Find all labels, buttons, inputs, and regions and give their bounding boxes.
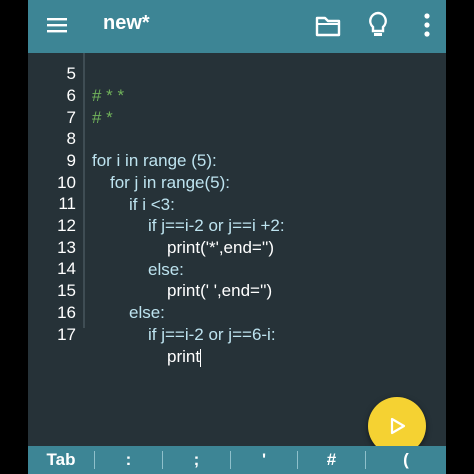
code-line: 5 # * * — [28, 53, 446, 105]
line-number: 17 — [57, 325, 76, 344]
key-tab[interactable]: Tab — [28, 446, 94, 474]
code-line: 9 for j in range(5): — [28, 128, 446, 192]
key-quote[interactable]: ' — [231, 446, 297, 474]
code-line: 16 if j==i-2 or j==6-i: — [28, 280, 446, 344]
extra-keys-bar: Tab : ; ' # ( — [28, 446, 446, 474]
code-text: print — [167, 346, 202, 368]
code-line: 11 if j==i-2 or j==i +2: — [28, 171, 446, 235]
key-semicolon[interactable]: ; — [163, 446, 230, 474]
code-line: 14 print(' ',end='') — [28, 236, 446, 300]
key-open-paren[interactable]: ( — [366, 446, 446, 474]
top-toolbar: new* — [28, 0, 446, 53]
code-editor[interactable]: 5 # * * 6 # * 7 8 for i in range (5): 9 … — [28, 53, 446, 446]
text-cursor — [200, 348, 202, 367]
code-line: 7 — [28, 85, 446, 127]
more-vertical-icon[interactable] — [420, 11, 434, 39]
code-line: 13 else: — [28, 215, 446, 279]
code-line: 8 for i in range (5): — [28, 106, 446, 170]
code-line: 6 # * — [28, 63, 446, 127]
lightbulb-icon[interactable] — [365, 11, 391, 39]
code-line: 17 print — [28, 302, 446, 367]
hamburger-menu-icon[interactable] — [46, 14, 68, 36]
code-line: 15 else: — [28, 258, 446, 322]
code-line: 12 print('*',end='') — [28, 193, 446, 257]
code-line: 10 if i <3: — [28, 150, 446, 214]
code-text-current: print — [167, 347, 201, 366]
folder-icon[interactable] — [315, 13, 341, 39]
play-icon — [390, 417, 406, 435]
key-hash[interactable]: # — [298, 446, 365, 474]
code-text: if j==i-2 or j==6-i: — [148, 325, 276, 344]
key-colon[interactable]: : — [95, 446, 162, 474]
file-title: new* — [103, 12, 150, 34]
